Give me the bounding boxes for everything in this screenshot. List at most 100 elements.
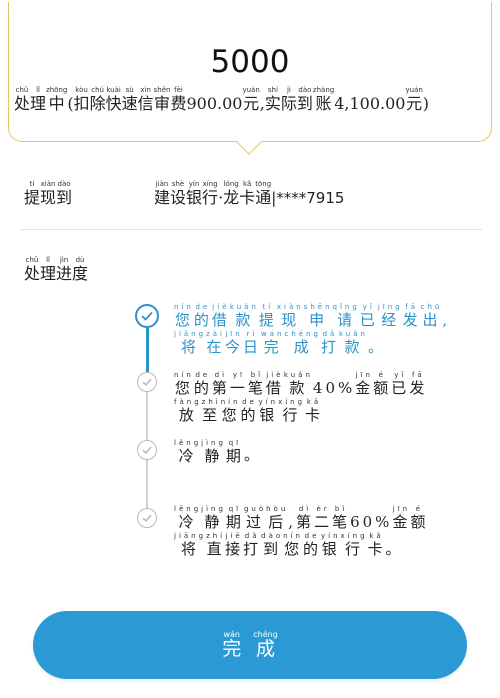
ruby-char: é额 xyxy=(373,371,391,397)
hanzi: 日 xyxy=(243,338,262,357)
ruby-char: kuài 快 xyxy=(106,86,122,113)
ruby-char: dào 到 xyxy=(261,532,283,558)
ruby-char: yuán 元 xyxy=(405,86,422,113)
ruby-char: lěng 冷 xyxy=(174,505,201,531)
hanzi: 提 xyxy=(258,311,277,329)
ruby-char: chéng 成 xyxy=(284,330,320,356)
hanzi: 冷 xyxy=(178,513,197,531)
hanzi: 账 xyxy=(315,94,332,113)
ruby-char: lǐ 理 xyxy=(30,86,46,113)
text-fragment: 。 xyxy=(385,539,404,558)
ruby-char: bǐ 笔 xyxy=(248,371,266,397)
ruby-char: é额 xyxy=(410,505,428,531)
progress-step-2: nín 您 de 的 dì 第 yī 一 bǐ 笔 jiè 借 kuǎn 款 40% jīn 金 é 额 yǐ 已 fā 发… xyxy=(174,371,474,426)
progress-title: chǔ 处 lǐ 理 jìn 进 dù 度 xyxy=(24,256,88,283)
hanzi: 借 xyxy=(265,379,284,397)
text-fragment: 40% xyxy=(312,379,356,398)
hanzi: 将 xyxy=(181,338,200,357)
step-text-line: jiāng 将 zhí 直 jiē 接 dǎ 打 dào 到 nín 您 de 的 yín 银 xíng 行 kǎ 卡… xyxy=(174,532,474,558)
hanzi: 款 xyxy=(289,379,308,397)
ruby-char: dì 第 xyxy=(296,505,314,531)
hanzi: 除 xyxy=(89,94,106,113)
hanzi: 发 xyxy=(402,311,421,329)
ruby-char: fèi 费 xyxy=(170,86,186,113)
ruby-char: guò 过 xyxy=(244,505,266,531)
hanzi: 龙 xyxy=(223,188,240,207)
done-button[interactable]: wán 完 chéng 成 xyxy=(33,611,467,679)
ruby-char: yǐ 已 xyxy=(360,303,378,329)
ruby-char: jiē 接 xyxy=(225,532,243,558)
hanzi: 的 xyxy=(240,406,259,425)
ruby-char: dù 度 xyxy=(72,256,88,283)
ruby-char: bǐ 笔 xyxy=(332,505,350,531)
hanzi: 中 xyxy=(48,94,65,113)
ruby-char: xiàn 现 xyxy=(40,180,56,207)
ruby-char: zhì 至 xyxy=(202,398,221,424)
hanzi: 现 xyxy=(281,311,300,329)
check-circle-icon xyxy=(137,440,157,460)
hanzi: 放 xyxy=(178,406,197,425)
ruby-char: yín 银 xyxy=(259,398,279,424)
hanzi: 金 xyxy=(355,379,374,397)
ruby-char: yī 一 xyxy=(230,371,248,397)
hanzi: 处 xyxy=(14,94,31,113)
hanzi: 申 xyxy=(309,311,328,329)
ruby-char: lěng 冷 xyxy=(174,439,201,465)
hanzi: 笔 xyxy=(332,513,351,531)
ruby-char: xiàn 现 xyxy=(277,303,304,329)
ruby-char: kǎ 卡 xyxy=(368,532,386,558)
ruby-char: jīn 金 xyxy=(355,371,373,397)
ruby-char: qī 期 xyxy=(226,505,244,531)
hanzi: 请 xyxy=(337,311,356,329)
withdraw-status-text: chǔ 处 lǐ 理 zhōng 中(kòu 扣 chú 除 kuài 快 sù 速 xìn 信 shěn 审 f… xyxy=(14,86,494,113)
hanzi: 到 xyxy=(296,94,313,113)
hanzi: 打 xyxy=(320,338,339,357)
ruby-char: lǐ 理 xyxy=(40,256,56,283)
text-fragment: , xyxy=(288,513,297,532)
text-fragment: , xyxy=(442,311,451,330)
hanzi: 通 xyxy=(255,188,272,207)
ruby-char: yǐ 已 xyxy=(391,371,409,397)
ruby-char: zhōng 中 xyxy=(46,86,67,113)
ruby-char: èr 二 xyxy=(314,505,332,531)
hanzi: 款 xyxy=(344,338,363,357)
ruby-char: nín 您 xyxy=(174,303,194,329)
text-fragment: 60% xyxy=(350,513,393,532)
ruby-char: wán 完 xyxy=(261,330,284,356)
hanzi: 元 xyxy=(406,94,423,113)
ruby-char: jìn 进 xyxy=(56,256,72,283)
ruby-char: qī 期 xyxy=(226,439,244,465)
hanzi: 银 xyxy=(186,188,203,207)
hanzi: 已 xyxy=(359,311,378,329)
step-text-line: nín 您 de 的 jiè 借 kuǎn 款 tí 提 xiàn 现 shēn 申 qǐng 请 yǐ 已 jīn… xyxy=(174,303,474,329)
step-text-line: lěng 冷 jìng 静 qī 期。 xyxy=(174,439,474,465)
hanzi: 理 xyxy=(30,94,47,113)
hanzi: 到 xyxy=(263,540,282,559)
ruby-char: jì 际 xyxy=(281,86,297,113)
ruby-char: tí 提 xyxy=(259,303,277,329)
ruby-char: shēn 申 xyxy=(304,303,333,329)
ruby-char: de 的 xyxy=(194,303,212,329)
hanzi: 至 xyxy=(202,406,221,425)
hanzi: 卡 xyxy=(239,188,256,207)
ruby-char: tí 提 xyxy=(24,180,40,207)
section-divider xyxy=(20,229,482,230)
hanzi: 行 xyxy=(202,188,219,207)
ruby-char: xíng 行 xyxy=(278,398,305,424)
ruby-char: tōng 通 xyxy=(255,180,271,207)
ruby-char: de 的 xyxy=(194,371,212,397)
step-text-line: jiāng 将 zài 在 jīn 今 rì 日 wán 完 chéng 成 dǎ 打 kuǎn 款。 xyxy=(174,330,474,356)
ruby-char: kòu 扣 xyxy=(74,86,90,113)
hanzi: 费 xyxy=(170,94,187,113)
ruby-char: kuǎn 款 xyxy=(339,330,368,356)
hanzi: 经 xyxy=(381,311,400,329)
ruby-char: chū 出 xyxy=(421,303,443,329)
ruby-char: shè 设 xyxy=(170,180,186,207)
hanzi: 笔 xyxy=(247,379,266,397)
ruby-char: nín 您 xyxy=(221,398,241,424)
hanzi: 成 xyxy=(293,338,312,357)
card-number: |****7915 xyxy=(271,189,345,208)
hanzi: 您 xyxy=(174,311,193,329)
hanzi: 冷 xyxy=(178,447,197,465)
ruby-char: sù 速 xyxy=(122,86,138,113)
